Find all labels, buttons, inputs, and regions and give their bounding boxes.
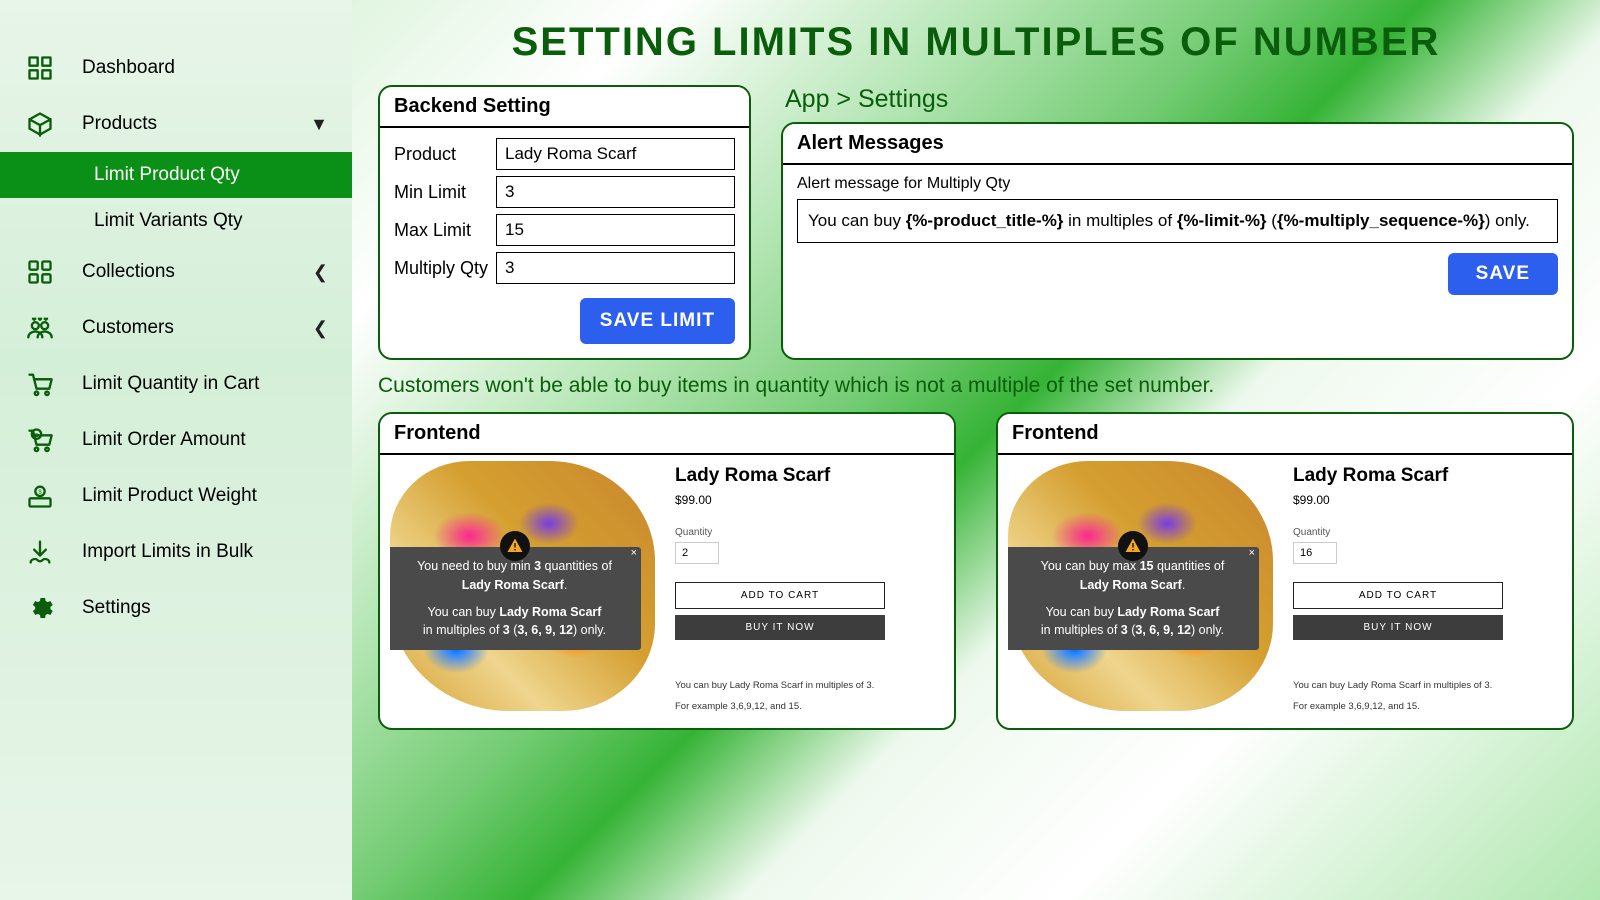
cart-icon — [24, 368, 56, 400]
frontend-left-head: Frontend — [380, 414, 954, 455]
backend-setting-card: Backend Setting Product Min Limit Max Li… — [378, 85, 751, 360]
sidebar-item-label: Customers — [82, 317, 313, 339]
sidebar-item-limit-order-amount[interactable]: $ Limit Order Amount — [0, 412, 352, 468]
product-image-right: × You can buy max 15 quantities of Lady … — [1008, 461, 1273, 711]
product-label: Product — [394, 144, 496, 165]
hint2-left: For example 3,6,9,12, and 15. — [675, 701, 944, 712]
close-icon[interactable]: × — [631, 545, 637, 562]
qty-input-left[interactable] — [675, 542, 719, 564]
alert-message-box[interactable]: You can buy {%-product_title-%} in multi… — [797, 199, 1558, 243]
toast-left: × You need to buy min 3 quantities of La… — [390, 547, 641, 650]
qty-input-right[interactable] — [1293, 542, 1337, 564]
main-content: SETTING LIMITS IN MULTIPLES OF NUMBER Ba… — [352, 0, 1600, 900]
sidebar-item-import-limits-in-bulk[interactable]: Import Limits in Bulk — [0, 524, 352, 580]
customers-icon — [24, 312, 56, 344]
qty-label-right: Quantity — [1293, 527, 1562, 538]
product-price-right: $99.00 — [1293, 493, 1562, 507]
alert-messages-head: Alert Messages — [783, 124, 1572, 165]
multiply-qty-input[interactable] — [496, 252, 735, 284]
sidebar-item-label: Limit Product Weight — [82, 485, 328, 507]
min-limit-label: Min Limit — [394, 182, 496, 203]
settings-icon — [24, 592, 56, 624]
warning-icon — [500, 531, 530, 561]
box-icon — [24, 108, 56, 140]
chevron-left-icon: ❮ — [313, 262, 328, 283]
page-title: SETTING LIMITS IN MULTIPLES OF NUMBER — [378, 20, 1574, 65]
close-icon[interactable]: × — [1249, 545, 1255, 562]
dashboard-icon — [24, 52, 56, 84]
sidebar-item-limit-product-weight[interactable]: $ Limit Product Weight — [0, 468, 352, 524]
add-to-cart-left[interactable]: ADD TO CART — [675, 582, 885, 609]
add-to-cart-right[interactable]: ADD TO CART — [1293, 582, 1503, 609]
frontend-right-head: Frontend — [998, 414, 1572, 455]
product-price-left: $99.00 — [675, 493, 944, 507]
hint2-right: For example 3,6,9,12, and 15. — [1293, 701, 1562, 712]
sidebar-item-limit-product-qty[interactable]: Limit Product Qty — [0, 152, 352, 198]
chevron-left-icon: ❮ — [313, 318, 328, 339]
sidebar-item-collections[interactable]: Collections❮ — [0, 244, 352, 300]
sidebar-item-limit-variants-qty[interactable]: Limit Variants Qty — [0, 198, 352, 244]
sidebar-item-label: Limit Quantity in Cart — [82, 373, 328, 395]
frontend-right-card: Frontend × You can buy max 15 quantities… — [996, 412, 1574, 730]
max-limit-input[interactable] — [496, 214, 735, 246]
sidebar-item-dashboard[interactable]: Dashboard — [0, 40, 352, 96]
min-limit-input[interactable] — [496, 176, 735, 208]
breadcrumb: App > Settings — [781, 85, 1574, 114]
collections-icon — [24, 256, 56, 288]
product-image-left: × You need to buy min 3 quantities of La… — [390, 461, 655, 711]
sidebar-item-settings[interactable]: Settings — [0, 580, 352, 636]
sidebar-item-label: Collections — [82, 261, 313, 283]
multiply-qty-label: Multiply Qty — [394, 258, 496, 279]
chevron-down-icon: ▼ — [310, 114, 328, 135]
amount-icon: $ — [24, 424, 56, 456]
sidebar-item-label: Settings — [82, 597, 328, 619]
alert-messages-card: Alert Messages Alert message for Multipl… — [781, 122, 1574, 360]
warning-icon — [1118, 531, 1148, 561]
hint1-left: You can buy Lady Roma Scarf in multiples… — [675, 680, 944, 691]
sidebar-item-label: Products — [82, 113, 310, 135]
page-description: Customers won't be able to buy items in … — [378, 374, 1574, 398]
sidebar: Dashboard Products▼ Limit Product Qty Limit… — [0, 0, 352, 900]
frontend-left-card: Frontend × You need to buy min 3 quantit… — [378, 412, 956, 730]
sidebar-item-label: Limit Variants Qty — [94, 210, 328, 232]
save-limit-button[interactable]: SAVE LIMIT — [580, 298, 735, 344]
sidebar-item-label: Limit Order Amount — [82, 429, 328, 451]
sidebar-item-label: Import Limits in Bulk — [82, 541, 328, 563]
save-alert-button[interactable]: SAVE — [1448, 253, 1558, 295]
sidebar-item-products[interactable]: Products▼ — [0, 96, 352, 152]
sidebar-item-limit-quantity-in-cart[interactable]: Limit Quantity in Cart — [0, 356, 352, 412]
weight-icon: $ — [24, 480, 56, 512]
buy-now-right[interactable]: BUY IT NOW — [1293, 615, 1503, 640]
product-input[interactable] — [496, 138, 735, 170]
product-title-left: Lady Roma Scarf — [675, 465, 944, 487]
buy-now-left[interactable]: BUY IT NOW — [675, 615, 885, 640]
alert-multiply-label: Alert message for Multiply Qty — [797, 175, 1558, 193]
sidebar-item-label: Dashboard — [82, 57, 328, 79]
max-limit-label: Max Limit — [394, 220, 496, 241]
qty-label-left: Quantity — [675, 527, 944, 538]
toast-right: × You can buy max 15 quantities of Lady … — [1008, 547, 1259, 650]
import-icon — [24, 536, 56, 568]
product-title-right: Lady Roma Scarf — [1293, 465, 1562, 487]
sidebar-item-customers[interactable]: Customers❮ — [0, 300, 352, 356]
sidebar-item-label: Limit Product Qty — [94, 164, 328, 186]
backend-setting-head: Backend Setting — [380, 87, 749, 128]
hint1-right: You can buy Lady Roma Scarf in multiples… — [1293, 680, 1562, 691]
